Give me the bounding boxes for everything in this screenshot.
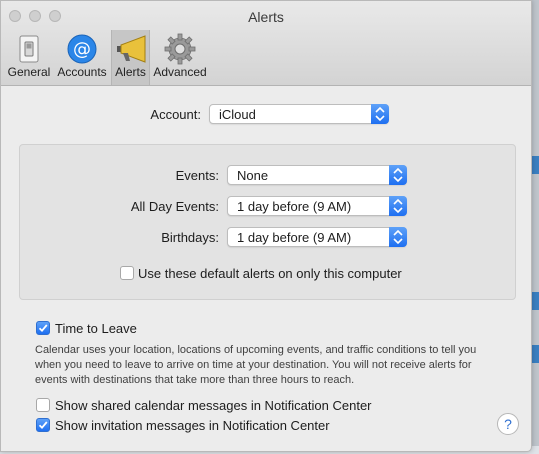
shared-calendar-messages-label: Show shared calendar messages in Notific… [55,398,372,413]
gear-icon [164,33,196,65]
switch-icon [19,35,39,63]
chevron-updown-icon [389,227,407,247]
toolbar: Alerts General @ Accounts Alerts Advance… [1,1,531,86]
svg-text:@: @ [73,39,91,60]
only-this-computer-label: Use these default alerts on only this co… [138,266,402,281]
tab-alerts[interactable]: Alerts [111,30,150,85]
checkmark-icon [38,324,48,333]
account-value: iCloud [219,107,256,122]
tab-accounts-label: Accounts [57,65,107,79]
account-popup[interactable]: iCloud [209,104,389,124]
tab-advanced-label: Advanced [153,65,207,79]
invitation-messages-checkbox[interactable] [36,418,50,432]
birthdays-popup[interactable]: 1 day before (9 AM) [227,227,407,247]
shared-calendar-messages-checkbox[interactable] [36,398,50,412]
window-title: Alerts [248,9,284,25]
events-value: None [237,168,269,183]
chevron-updown-icon [371,104,389,124]
tab-general-label: General [7,65,51,79]
only-this-computer-checkbox[interactable] [120,266,134,280]
help-button[interactable]: ? [497,413,519,435]
at-sign-icon: @ [67,34,97,64]
chevron-updown-icon [389,165,407,185]
events-popup[interactable]: None [227,165,407,185]
all-day-events-popup[interactable]: 1 day before (9 AM) [227,196,407,216]
all-day-events-value: 1 day before (9 AM) [237,199,352,214]
background-window-strip [531,345,539,363]
invitation-messages-label: Show invitation messages in Notification… [55,418,330,433]
time-to-leave-description: Calendar uses your location, locations o… [35,344,477,386]
checkmark-icon [38,421,48,430]
background-window-strip [531,292,539,310]
account-label: Account: [150,107,201,122]
tab-general[interactable]: General [5,30,53,85]
events-label: Events: [175,168,219,183]
preferences-window: Alerts General @ Accounts Alerts Advance… [0,0,532,452]
all-day-events-label: All Day Events: [130,199,219,214]
tab-alerts-label: Alerts [115,65,146,79]
birthdays-label: Birthdays: [161,230,219,245]
time-to-leave-checkbox[interactable] [36,321,50,335]
chevron-updown-icon [389,196,407,216]
time-to-leave-label: Time to Leave [55,321,137,336]
tab-advanced[interactable]: Advanced [152,30,208,85]
background-window-strip [531,156,539,174]
megaphone-icon [116,35,145,63]
tab-accounts[interactable]: @ Accounts [55,30,109,85]
birthdays-value: 1 day before (9 AM) [237,230,352,245]
